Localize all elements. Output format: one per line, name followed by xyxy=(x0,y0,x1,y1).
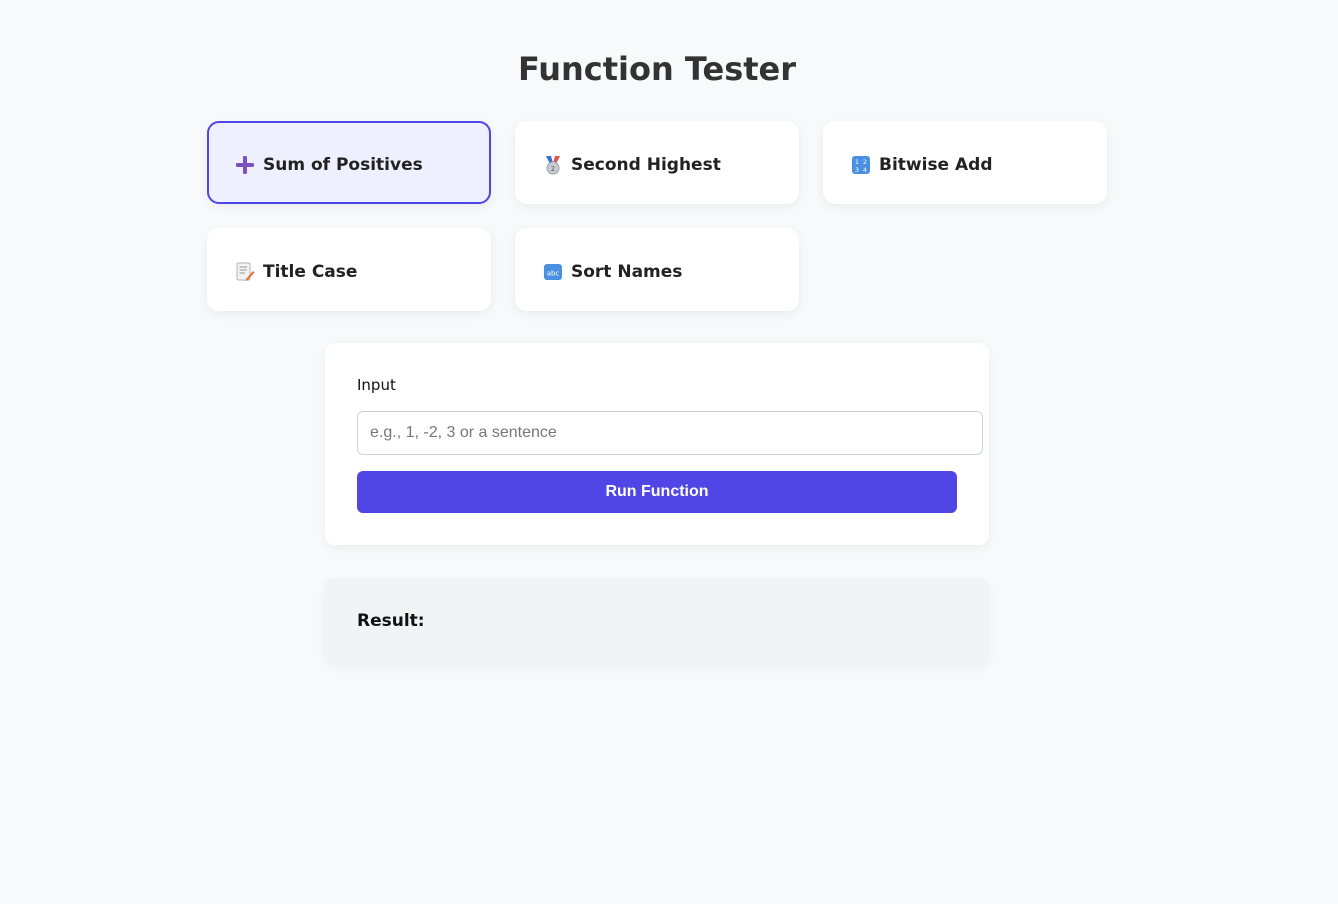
plus-icon xyxy=(235,155,255,175)
result-panel: Result: xyxy=(325,578,989,663)
function-card-sort-names[interactable]: abc Sort Names xyxy=(515,228,799,311)
function-card-sum-of-positives[interactable]: Sum of Positives xyxy=(207,121,491,204)
function-card-second-highest[interactable]: 2 Second Highest xyxy=(515,121,799,204)
function-card-label: Sum of Positives xyxy=(263,154,423,175)
input-panel: Input Run Function xyxy=(325,343,989,545)
function-input-field[interactable] xyxy=(357,411,983,455)
function-card-label: Second Highest xyxy=(571,154,721,175)
function-card-label: Title Case xyxy=(263,261,358,282)
svg-text:3: 3 xyxy=(855,166,859,174)
abc-letters-icon: abc xyxy=(543,262,563,282)
memo-pencil-icon xyxy=(235,262,255,282)
page-title: Function Tester xyxy=(517,50,797,88)
function-card-label: Sort Names xyxy=(571,261,683,282)
svg-text:2: 2 xyxy=(551,165,555,173)
result-label: Result: xyxy=(357,611,425,631)
function-card-bitwise-add[interactable]: 1 2 3 4 Bitwise Add xyxy=(823,121,1107,204)
numbers-1234-icon: 1 2 3 4 xyxy=(851,155,871,175)
svg-text:abc: abc xyxy=(547,269,560,277)
function-card-label: Bitwise Add xyxy=(879,154,993,175)
input-label: Input xyxy=(357,376,396,394)
svg-text:1: 1 xyxy=(855,158,859,166)
function-card-title-case[interactable]: Title Case xyxy=(207,228,491,311)
svg-text:4: 4 xyxy=(863,166,867,174)
svg-text:2: 2 xyxy=(863,158,867,166)
second-place-medal-icon: 2 xyxy=(543,155,563,175)
run-function-button[interactable]: Run Function xyxy=(357,471,957,513)
